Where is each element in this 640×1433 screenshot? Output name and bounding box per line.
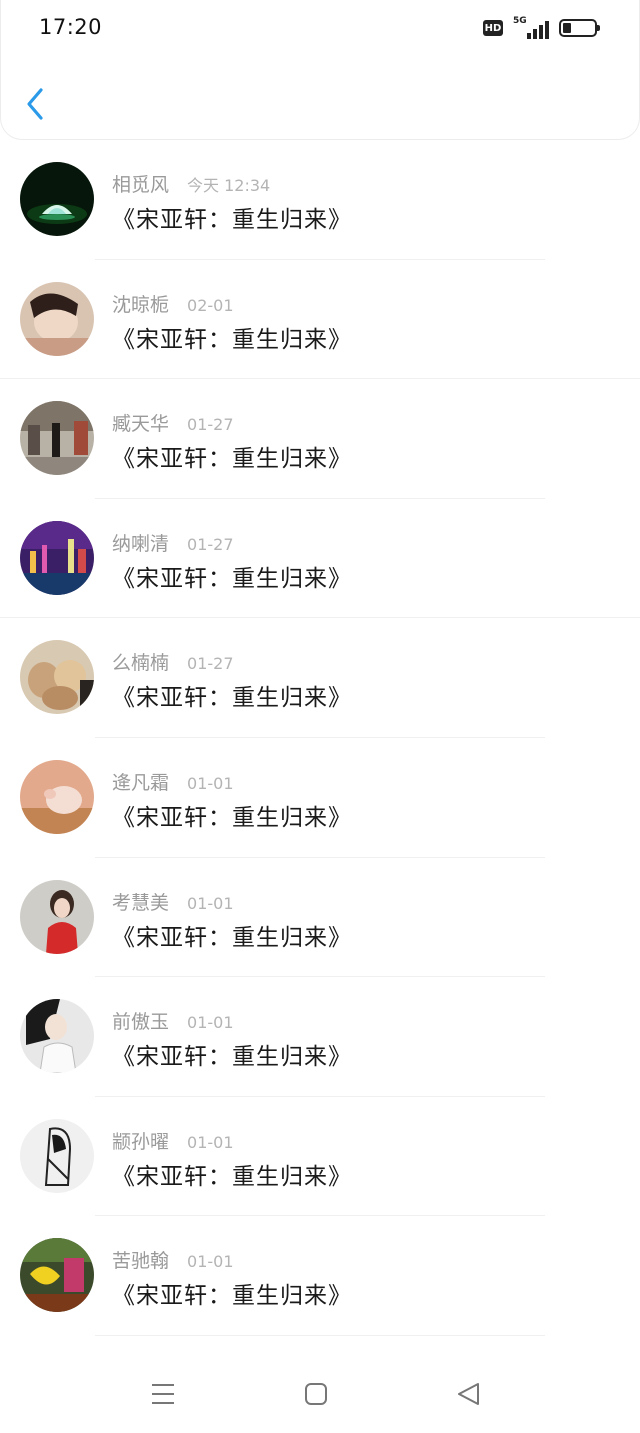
message-preview: 《宋亚轩：重生归来》 <box>112 1283 352 1310</box>
list-item[interactable]: 么楠楠 01-27 《宋亚轩：重生归来》 <box>0 618 640 738</box>
message-preview: 《宋亚轩：重生归来》 <box>112 1044 352 1071</box>
message-list: 相觅风 今天 12:34 《宋亚轩：重生归来》 沈晾栀 02-01 《宋亚轩：重… <box>0 140 640 1336</box>
network-type-label: 5G <box>513 16 527 26</box>
contact-name: 沈晾栀 <box>112 293 170 316</box>
message-preview: 《宋亚轩：重生归来》 <box>112 1163 352 1190</box>
menu-button[interactable] <box>143 1380 183 1410</box>
home-button[interactable] <box>296 1380 336 1410</box>
message-date: 01-27 <box>187 534 234 554</box>
top-header: 17:20 HD 5G <box>0 0 640 140</box>
contact-name: 苦驰翰 <box>112 1250 170 1273</box>
avatar <box>20 1118 94 1193</box>
status-bar: 17:20 HD 5G <box>1 0 640 56</box>
system-nav-bar <box>0 1360 640 1433</box>
contact-name: 臧天华 <box>112 413 170 436</box>
chevron-left-icon <box>27 88 43 120</box>
contact-name: 逄凡霜 <box>112 771 170 794</box>
avatar <box>20 520 94 595</box>
avatar <box>20 640 94 715</box>
message-date: 今天 12:34 <box>187 176 271 195</box>
message-preview: 《宋亚轩：重生归来》 <box>112 804 352 831</box>
message-date: 01-01 <box>187 1252 234 1272</box>
avatar <box>20 281 94 356</box>
message-date: 01-01 <box>187 893 234 913</box>
list-item[interactable]: 考慧美 01-01 《宋亚轩：重生归来》 <box>0 858 640 978</box>
message-preview: 《宋亚轩：重生归来》 <box>112 565 352 592</box>
message-date: 01-01 <box>187 1132 234 1152</box>
list-item[interactable]: 前傲玉 01-01 《宋亚轩：重生归来》 <box>0 977 640 1097</box>
avatar <box>20 1238 94 1313</box>
back-button[interactable] <box>19 84 55 124</box>
battery-icon <box>559 19 600 37</box>
list-item[interactable]: 苦驰翰 01-01 《宋亚轩：重生归来》 <box>0 1216 640 1336</box>
message-preview: 《宋亚轩：重生归来》 <box>112 685 352 712</box>
message-date: 01-01 <box>187 1013 234 1033</box>
contact-name: 纳喇清 <box>112 532 170 555</box>
message-preview: 《宋亚轩：重生归来》 <box>112 207 352 233</box>
contact-name: 相觅风 <box>112 174 170 196</box>
avatar <box>20 401 94 476</box>
battery-level-fill <box>563 23 571 33</box>
status-icons: HD 5G <box>483 16 600 40</box>
avatar <box>20 879 94 954</box>
status-time: 17:20 <box>39 15 103 39</box>
hd-icon: HD <box>483 20 503 36</box>
avatar <box>20 999 94 1074</box>
back-nav-button[interactable] <box>448 1380 488 1410</box>
message-preview: 《宋亚轩：重生归来》 <box>112 446 352 473</box>
message-date: 01-27 <box>187 654 234 674</box>
list-item[interactable]: 沈晾栀 02-01 《宋亚轩：重生归来》 <box>0 260 640 380</box>
message-preview: 《宋亚轩：重生归来》 <box>112 326 352 353</box>
list-item[interactable]: 臧天华 01-27 《宋亚轩：重生归来》 <box>0 379 640 499</box>
message-date: 02-01 <box>187 295 234 315</box>
contact-name: 前傲玉 <box>112 1011 170 1034</box>
list-item[interactable]: 相觅风 今天 12:34 《宋亚轩：重生归来》 <box>0 140 640 260</box>
list-item[interactable]: 逄凡霜 01-01 《宋亚轩：重生归来》 <box>0 738 640 858</box>
avatar <box>20 759 94 834</box>
back-triangle-icon <box>458 1383 479 1405</box>
menu-icon <box>152 1384 174 1404</box>
message-preview: 《宋亚轩：重生归来》 <box>112 924 352 951</box>
list-item[interactable]: 颛孙曜 01-01 《宋亚轩：重生归来》 <box>0 1097 640 1217</box>
contact-name: 么楠楠 <box>112 652 170 675</box>
avatar <box>20 162 94 236</box>
home-square-icon <box>305 1383 327 1405</box>
message-date: 01-01 <box>187 773 234 793</box>
contact-name: 考慧美 <box>112 891 170 914</box>
signal-icon: 5G <box>513 16 549 39</box>
message-date: 01-27 <box>187 415 234 435</box>
contact-name: 颛孙曜 <box>112 1130 170 1153</box>
list-item[interactable]: 纳喇清 01-27 《宋亚轩：重生归来》 <box>0 499 640 619</box>
divider <box>95 1334 545 1336</box>
